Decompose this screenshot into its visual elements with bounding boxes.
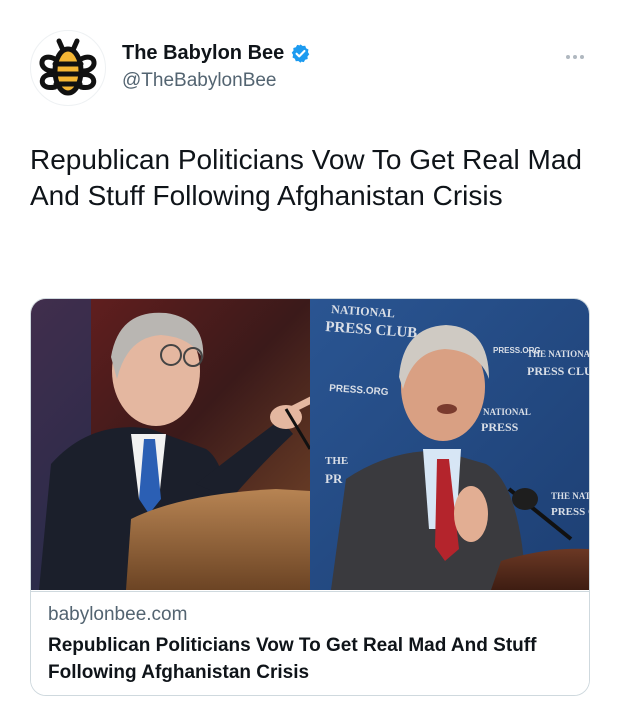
verified-badge-icon (292, 43, 310, 63)
backdrop-text: PRESS CLUB (527, 364, 589, 378)
bee-logo-icon (39, 38, 97, 96)
right-photo: NATIONAL PRESS CLUB PRESS.ORG THE NATION… (310, 299, 589, 590)
tweet-text: Republican Politicians Vow To Get Real M… (30, 144, 583, 211)
backdrop-text: PRESS CL (551, 506, 589, 518)
avatar[interactable] (30, 30, 106, 106)
display-name-row: The Babylon Bee (122, 40, 311, 66)
backdrop-text: PR (325, 471, 343, 486)
backdrop-text: THE NATIO (551, 491, 589, 501)
handle[interactable]: @TheBabylonBee (122, 70, 311, 92)
card-domain: babylonbee.com (48, 604, 188, 625)
card-image[interactable]: NATIONAL PRESS CLUB PRESS.ORG THE NATION… (31, 299, 589, 590)
card-title: Republican Politicians Vow To Get Real M… (48, 635, 537, 683)
tweet-header: The Babylon Bee @TheBabylonBee (30, 30, 590, 106)
more-dots-icon[interactable] (566, 46, 590, 59)
author-names: The Babylon Bee @TheBabylonBee (122, 40, 311, 92)
backdrop-text: PRESS.ORG (493, 346, 541, 355)
backdrop-text: PRESS (481, 420, 519, 434)
display-name[interactable]: The Babylon Bee (122, 42, 284, 65)
left-photo (31, 299, 317, 590)
card-info[interactable]: babylonbee.com Republican Politicians Vo… (31, 591, 589, 695)
backdrop-text: NATIONAL (483, 407, 531, 417)
backdrop-text: THE (325, 455, 348, 467)
link-card[interactable]: NATIONAL PRESS CLUB PRESS.ORG THE NATION… (30, 298, 590, 696)
